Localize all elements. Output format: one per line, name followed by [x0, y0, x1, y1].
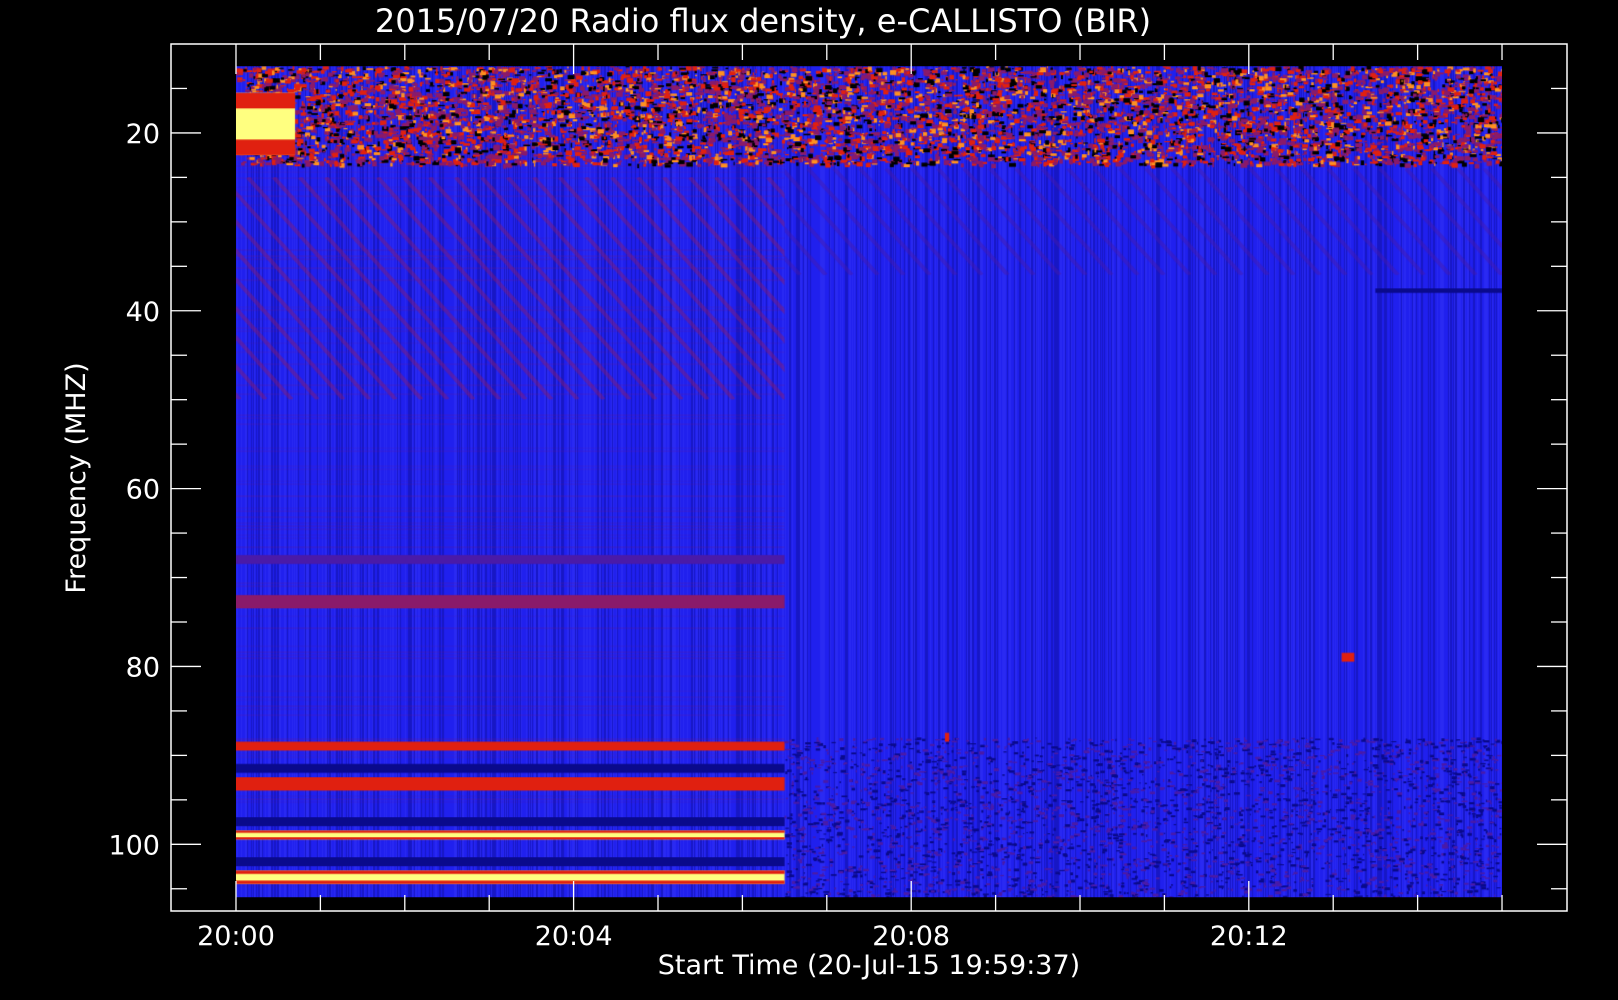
y-tick-label: 60 [126, 475, 160, 506]
spectrogram-figure: 2015/07/20 Radio flux density, e-CALLIST… [0, 0, 1618, 1000]
x-axis-label: Start Time (20-Jul-15 19:59:37) [658, 950, 1080, 981]
y-tick-label: 40 [126, 297, 160, 328]
chart-title: 2015/07/20 Radio flux density, e-CALLIST… [375, 2, 1151, 40]
y-tick-label: 20 [126, 119, 160, 150]
x-tick-label: 20:12 [1210, 921, 1288, 952]
y-tick-label: 80 [126, 652, 160, 683]
heatmap [235, 66, 1502, 898]
y-tick-label: 100 [108, 830, 160, 861]
x-tick-label: 20:00 [197, 921, 275, 952]
heatmap-image [235, 66, 1502, 898]
x-tick-label: 20:04 [535, 921, 613, 952]
y-axis-label: Frequency (MHZ) [61, 362, 92, 593]
x-tick-label: 20:08 [872, 921, 950, 952]
